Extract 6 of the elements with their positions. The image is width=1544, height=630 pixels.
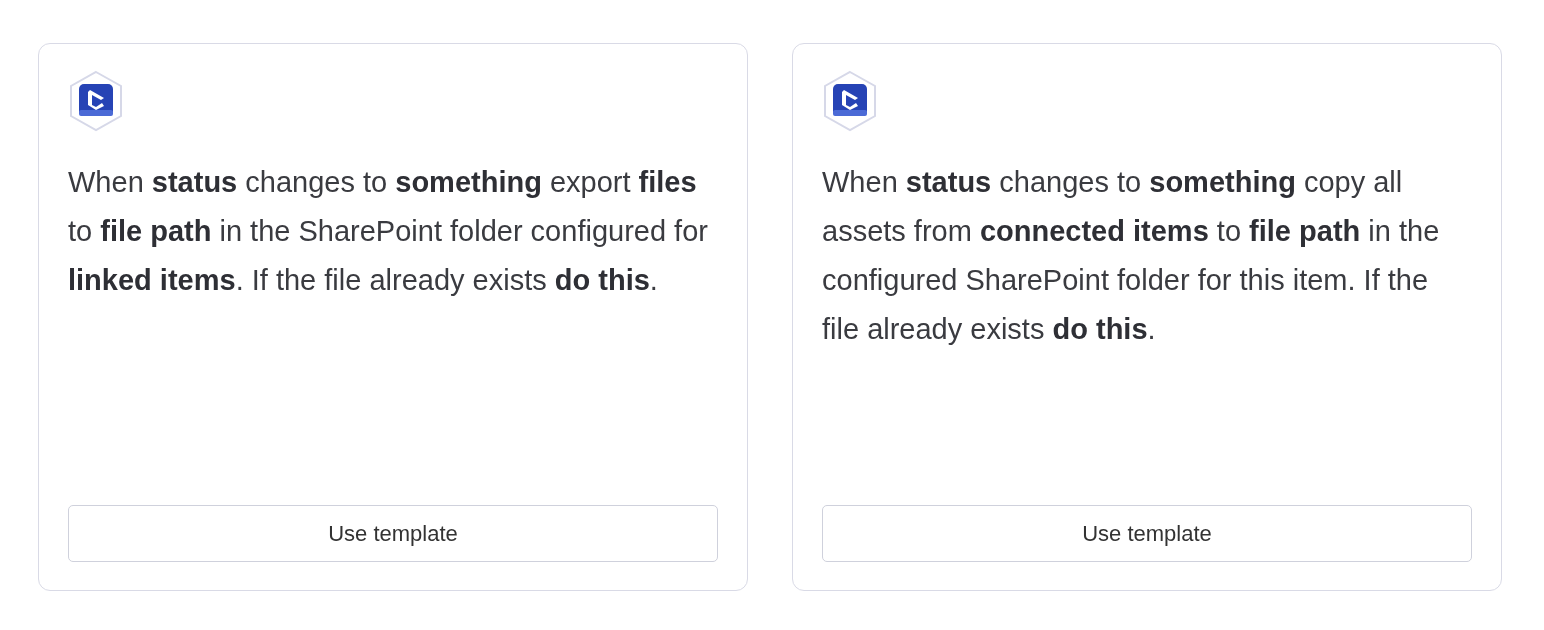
use-template-button[interactable]: Use template: [68, 505, 718, 562]
template-description: When status changes to something export files to file path in the SharePoint folder configured for linked items. If the file already exists do this.: [68, 165, 709, 298]
use-template-button[interactable]: Use template: [822, 505, 1472, 562]
app-logo-icon: [68, 70, 124, 132]
app-logo-icon: [822, 70, 878, 132]
template-description: When status changes to something copy all assets from connected items to file path in the configured SharePoint folder for this item. If the file already exists do this.: [822, 165, 1441, 347]
